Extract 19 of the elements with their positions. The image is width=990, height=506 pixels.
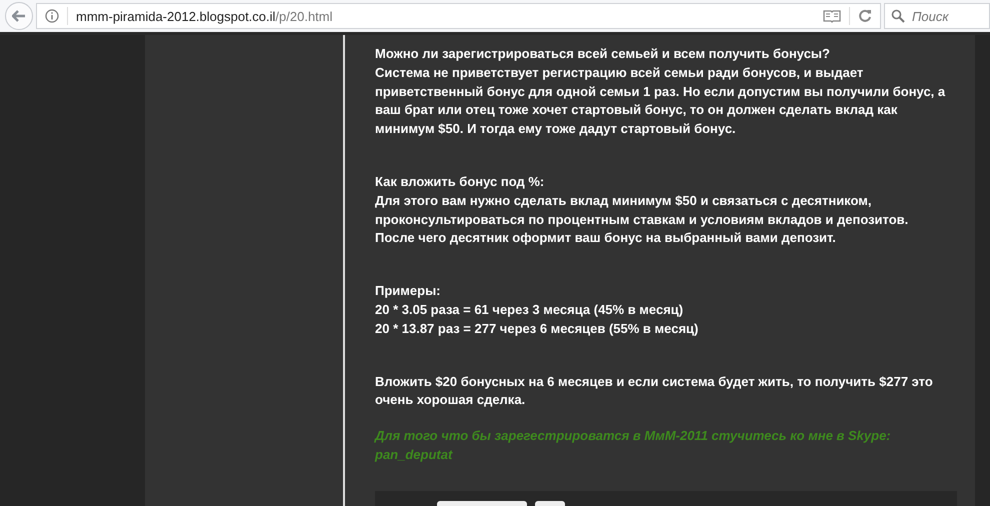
url-text: mmm-piramida-2012.blogspot.co.il/p/20.html (76, 8, 333, 24)
article-paragraph: 20 * 3.05 раза = 61 через 3 месяца (45% в месяц) (375, 300, 684, 319)
article-paragraph: 20 * 13.87 раз = 277 через 6 месяцев (55% в месяц) (375, 320, 700, 338)
article-paragraph: Для этого вам нужно сделать вклад минимум $50 и связаться с десятником, проконсультироваться по процентным ставкам и условиям вкладов и депозитов. (375, 192, 910, 229)
article-paragraph: Примеры: (375, 282, 442, 300)
article-paragraph: После чего десятник оформит ваш бонус на выбранный вами депозит. (375, 229, 837, 248)
search-field[interactable]: Поиск (884, 3, 990, 29)
reload-icon[interactable] (858, 9, 872, 23)
info-icon (45, 9, 59, 23)
search-icon (891, 9, 905, 23)
article-paragraph: Вложить $20 бонусных на 6 месяцев и если система будет жить, то получить $277 это очень хорошая сделка. (375, 372, 934, 410)
reader-view-icon[interactable] (823, 9, 841, 23)
article-paragraph: Для того что бы зарегестрироватся в МмМ-2011 стучитесь ко мне в Skype: pan_deputat (375, 427, 892, 464)
article-paragraph: Система не приветствует регистрацию всей семьи ради бонусов, и выдает приветственный бонус для одной семьи 1 раз. Но если допустим вы получили бонус, а ваш брат или отец тоже хочет стартовый бонус, то он должен сделать вклад как минимум $50. И тогда ему тоже дадут стартовый бонус. (375, 64, 946, 138)
back-button[interactable] (5, 2, 33, 30)
article-paragraph: Можно ли зарегистрироваться всей семьей и всем получить бонусы? (375, 45, 831, 63)
address-bar[interactable]: mmm-piramida-2012.blogspot.co.il/p/20.html (36, 3, 881, 29)
article-paragraph: Как вложить бонус под %: (375, 172, 546, 191)
back-arrow-icon (12, 10, 26, 22)
